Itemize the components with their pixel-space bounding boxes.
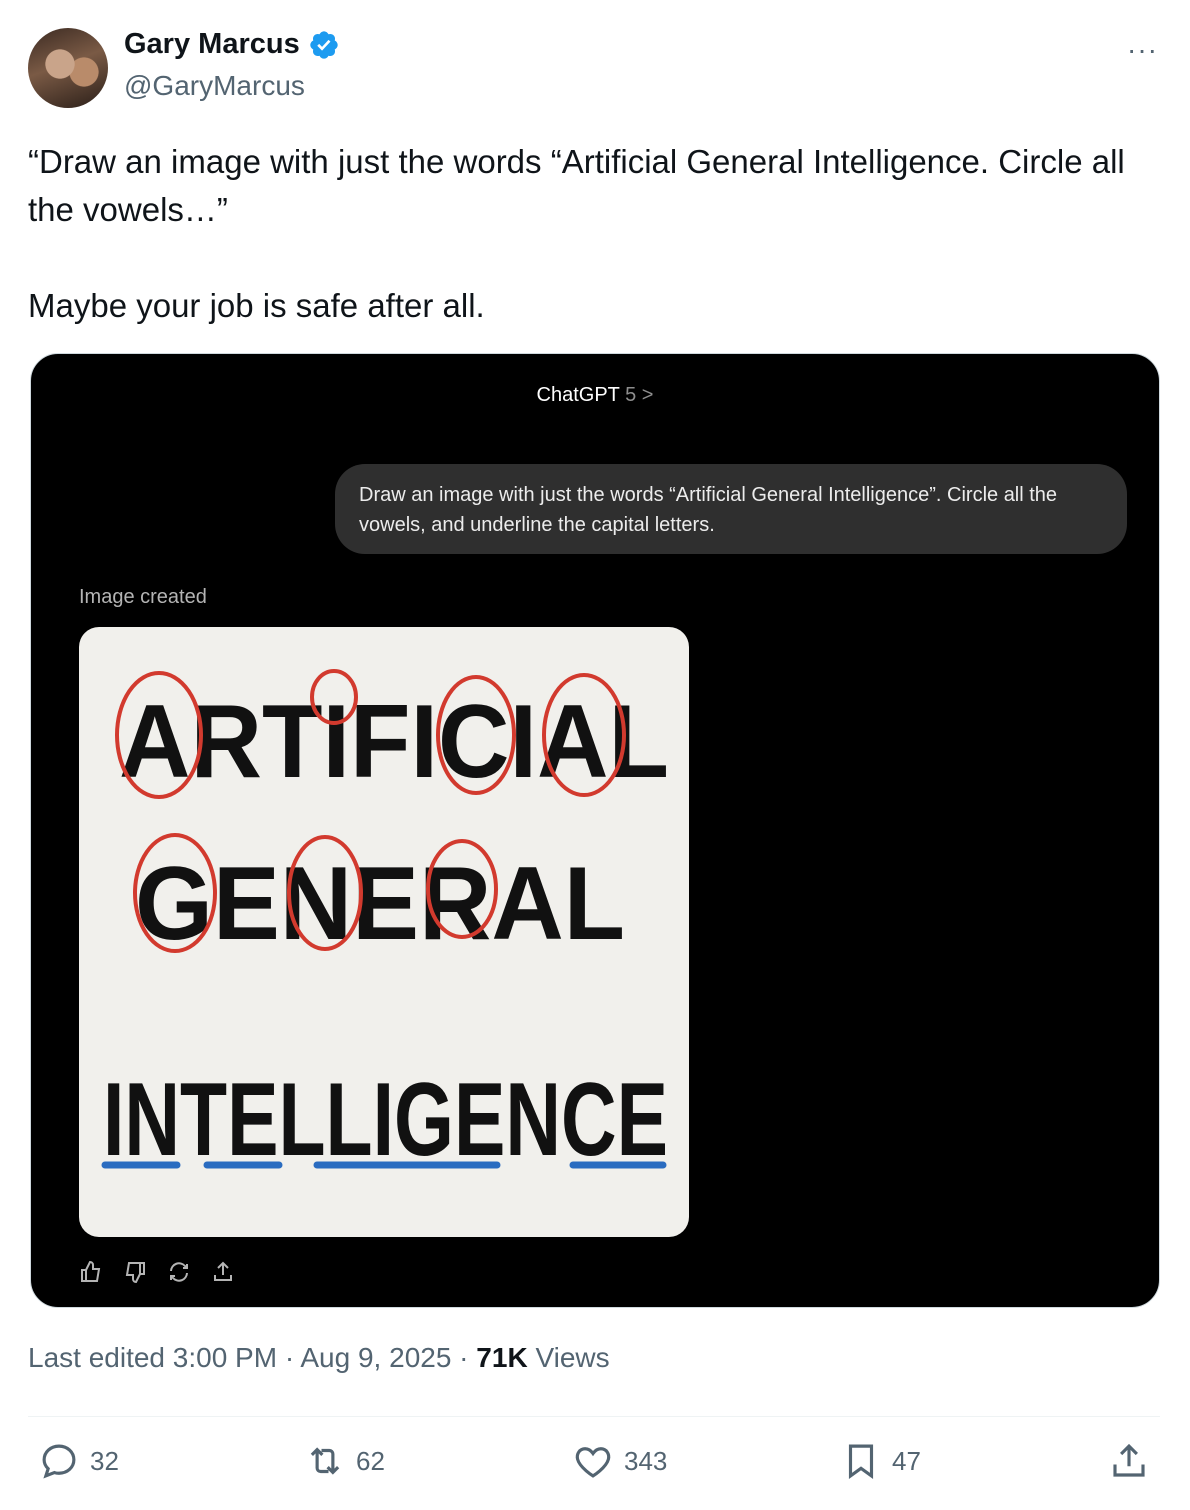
views-label: Views bbox=[527, 1342, 610, 1373]
model-version: 5 > bbox=[625, 384, 654, 406]
author-row: Gary Marcus bbox=[124, 28, 340, 61]
generated-image[interactable]: ARTIFICIAL GENERAL INTELLIGENCE bbox=[79, 627, 689, 1237]
word-intelligence: INTELLIGENCE bbox=[103, 1062, 668, 1178]
repost-icon bbox=[310, 1447, 340, 1475]
image-created-label: Image created bbox=[79, 586, 207, 608]
response-actions bbox=[79, 1260, 235, 1284]
reply-count: 32 bbox=[90, 1445, 119, 1476]
share-icon[interactable] bbox=[211, 1260, 235, 1284]
share-tweet-icon bbox=[1113, 1443, 1145, 1477]
regenerate-icon[interactable] bbox=[167, 1260, 191, 1284]
like-count: 343 bbox=[624, 1445, 668, 1476]
thumbs-up-icon[interactable] bbox=[79, 1260, 103, 1284]
heart-icon bbox=[575, 1447, 611, 1478]
tweet-text: “Draw an image with just the words “Arti… bbox=[28, 138, 1168, 330]
app-title: ChatGPT bbox=[536, 384, 620, 406]
user-prompt-bubble: Draw an image with just the words “Artif… bbox=[335, 464, 1127, 554]
tweet-meta: Last edited 3:00 PM · Aug 9, 2025 · 71K … bbox=[28, 1342, 610, 1374]
chatgpt-header[interactable]: ChatGPT 5 > bbox=[31, 384, 1159, 407]
bookmark-button[interactable]: 47 bbox=[840, 1440, 921, 1482]
tweet-line-2: Maybe your job is safe after all. bbox=[28, 287, 485, 324]
like-button[interactable]: 343 bbox=[572, 1440, 667, 1482]
reply-icon bbox=[42, 1444, 76, 1479]
bookmark-count: 47 bbox=[892, 1445, 921, 1476]
tweet-media[interactable]: ChatGPT 5 > Draw an image with just the … bbox=[30, 353, 1160, 1308]
avatar[interactable] bbox=[28, 28, 108, 108]
tweet-line-1: “Draw an image with just the words “Arti… bbox=[28, 143, 1125, 228]
share-button[interactable] bbox=[1108, 1440, 1150, 1482]
thumbs-down-icon[interactable] bbox=[123, 1260, 147, 1284]
views-count: 71K bbox=[476, 1342, 528, 1373]
repost-button[interactable]: 62 bbox=[304, 1440, 385, 1482]
edited-timestamp[interactable]: Last edited 3:00 PM · Aug 9, 2025 · bbox=[28, 1342, 476, 1373]
repost-count: 62 bbox=[356, 1445, 385, 1476]
author-name[interactable]: Gary Marcus bbox=[124, 28, 300, 61]
author-handle[interactable]: @GaryMarcus bbox=[124, 70, 305, 102]
bookmark-icon bbox=[848, 1444, 874, 1479]
verified-badge-icon bbox=[310, 30, 338, 59]
more-options-icon[interactable]: ··· bbox=[1127, 34, 1158, 66]
generated-image-canvas: ARTIFICIAL GENERAL INTELLIGENCE bbox=[101, 669, 669, 1178]
divider bbox=[28, 1416, 1160, 1417]
reply-button[interactable]: 32 bbox=[38, 1440, 119, 1482]
